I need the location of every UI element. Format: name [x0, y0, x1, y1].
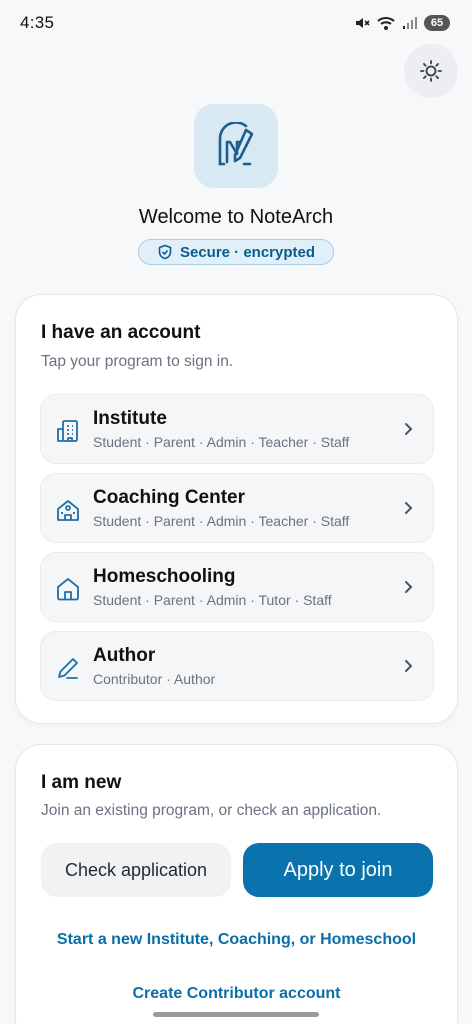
new-user-card-title: I am new — [41, 772, 122, 793]
account-card-subtitle: Tap your program to sign in. — [41, 353, 234, 370]
start-new-program-link[interactable]: Start a new Institute, Coaching, or Home… — [16, 931, 457, 949]
home-icon — [57, 578, 79, 601]
shield-check-icon — [158, 244, 172, 260]
program-name: Institute — [93, 408, 167, 429]
status-bar: 4:35 65 — [0, 0, 472, 46]
program-name: Homeschooling — [93, 566, 236, 587]
app-logo — [194, 104, 278, 188]
signal-icon — [403, 17, 417, 29]
create-contributor-link[interactable]: Create Contributor account — [16, 985, 457, 1003]
notearch-logo-icon — [218, 122, 254, 166]
secure-badge: Secure · encrypted — [138, 239, 334, 265]
status-time: 4:35 — [20, 13, 55, 32]
new-user-card-subtitle: Join an existing program, or check an ap… — [41, 802, 382, 819]
program-roles: Contributor · Author — [93, 671, 216, 687]
building-icon — [57, 420, 78, 442]
program-name: Coaching Center — [93, 487, 246, 508]
chevron-right-icon — [405, 502, 413, 514]
home-indicator[interactable] — [153, 1012, 319, 1017]
account-card: I have an account Tap your program to si… — [15, 294, 458, 724]
welcome-title: Welcome to NoteArch — [138, 206, 334, 228]
program-coaching-center[interactable]: Coaching Center Student · Parent · Admin… — [40, 473, 434, 543]
status-icons: 65 — [354, 15, 450, 31]
program-roles: Student · Parent · Admin · Tutor · Staff — [93, 592, 332, 608]
battery-icon: 65 — [424, 15, 450, 31]
theme-toggle-button[interactable] — [404, 44, 458, 98]
apply-to-join-button[interactable]: Apply to join — [243, 843, 433, 897]
chevron-right-icon — [405, 423, 413, 435]
chevron-right-icon — [405, 660, 413, 672]
secure-badge-label: Secure · encrypted — [179, 243, 316, 261]
new-user-card: I am new Join an existing program, or ch… — [15, 744, 458, 1024]
program-roles: Student · Parent · Admin · Teacher · Sta… — [93, 434, 350, 450]
wifi-icon — [377, 17, 395, 30]
chevron-right-icon — [405, 581, 413, 593]
program-name: Author — [93, 645, 156, 666]
pen-icon — [58, 658, 78, 679]
account-card-title: I have an account — [41, 322, 201, 343]
program-roles: Student · Parent · Admin · Teacher · Sta… — [93, 513, 350, 529]
school-icon — [57, 500, 79, 521]
program-institute[interactable]: Institute Student · Parent · Admin · Tea… — [40, 394, 434, 464]
program-author[interactable]: Author Contributor · Author — [40, 631, 434, 701]
program-homeschooling[interactable]: Homeschooling Student · Parent · Admin ·… — [40, 552, 434, 622]
sun-icon — [420, 60, 442, 82]
check-application-button[interactable]: Check application — [41, 843, 231, 897]
mute-icon — [356, 18, 370, 28]
